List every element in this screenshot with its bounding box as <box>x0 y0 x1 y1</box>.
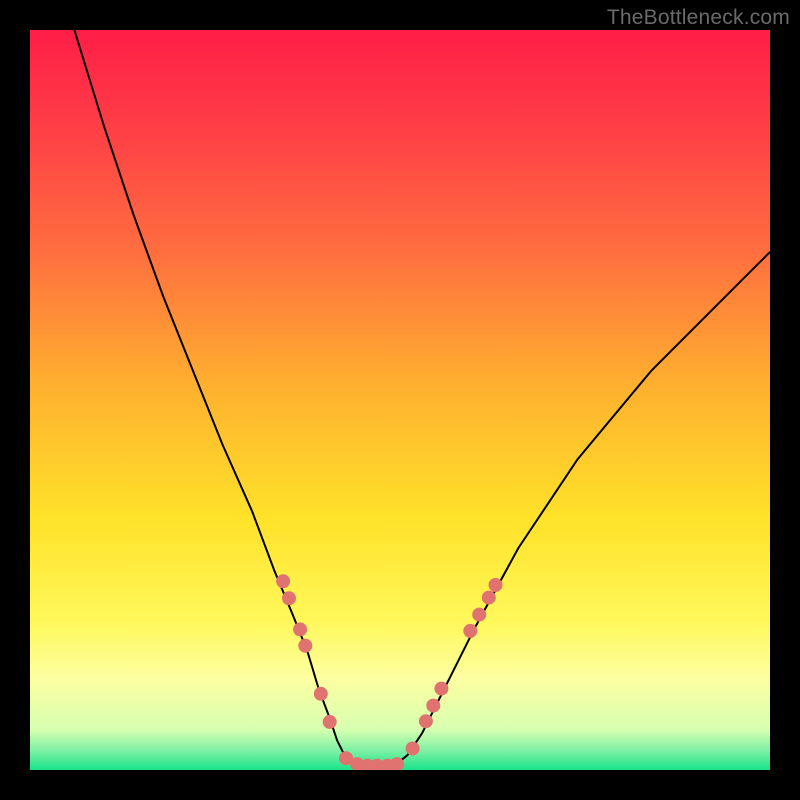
watermark-text: TheBottleneck.com <box>607 6 790 30</box>
highlight-dot <box>463 624 477 638</box>
highlight-dot <box>406 742 420 756</box>
chart-frame: TheBottleneck.com <box>0 0 800 800</box>
bottleneck-curve <box>74 30 770 766</box>
curve-layer <box>30 30 770 770</box>
highlight-dot <box>419 714 433 728</box>
highlight-dot <box>276 574 290 588</box>
highlight-dot <box>472 608 486 622</box>
highlight-dot <box>489 578 503 592</box>
highlight-dot <box>282 591 296 605</box>
highlight-dot <box>293 622 307 636</box>
highlight-dot <box>426 699 440 713</box>
highlight-dot <box>434 682 448 696</box>
highlight-dots <box>276 574 502 770</box>
highlight-dot <box>482 591 496 605</box>
highlight-dot <box>298 639 312 653</box>
highlight-dot <box>314 687 328 701</box>
highlight-dot <box>323 715 337 729</box>
plot-area <box>30 30 770 770</box>
